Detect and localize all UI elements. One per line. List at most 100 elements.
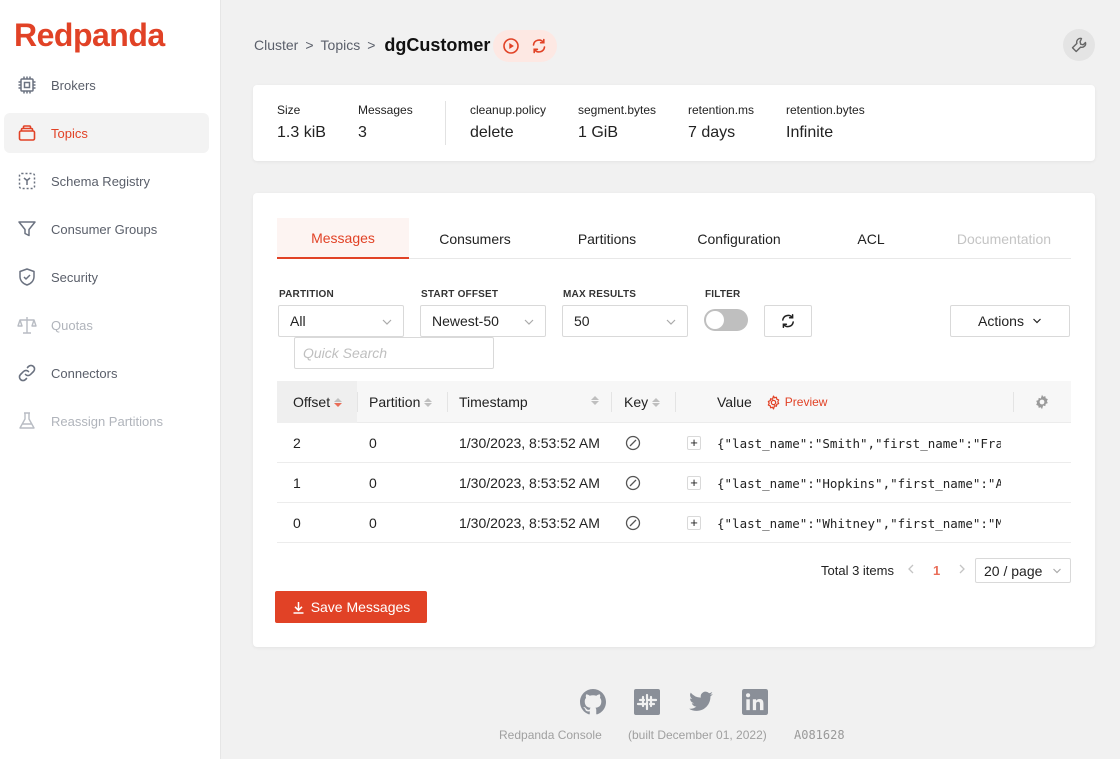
max-results-select[interactable]: 50 (562, 305, 688, 337)
pagination-prev-icon[interactable] (905, 563, 917, 575)
key-null-icon (625, 503, 641, 543)
table-row[interactable]: 2 0 1/30/2023, 8:53:52 AM + {"last_name"… (277, 423, 1071, 463)
expand-row-button[interactable]: + (687, 516, 701, 530)
stats-divider (445, 101, 446, 145)
sidebar-item-consumer-groups[interactable]: Consumer Groups (4, 209, 209, 249)
chevron-down-icon (666, 319, 676, 325)
column-label: Timestamp (459, 394, 528, 410)
sort-icon (591, 396, 599, 405)
refresh-icon[interactable] (530, 37, 548, 55)
sidebar-item-reassign-partitions[interactable]: Reassign Partitions (4, 401, 209, 441)
topic-header-actions (493, 30, 557, 62)
sidebar-item-security[interactable]: Security (4, 257, 209, 297)
tab-acl[interactable]: ACL (805, 218, 937, 259)
page-size-value: 20 / page (984, 562, 1043, 579)
tab-documentation[interactable]: Documentation (937, 218, 1071, 259)
linkedin-icon[interactable] (742, 689, 768, 715)
sidebar-item-topics[interactable]: Topics (4, 113, 209, 153)
cell-value: {"last_name":"Hopkins","first_name":"Ann… (717, 475, 1001, 491)
max-results-value: 50 (574, 313, 590, 329)
cell-partition: 0 (369, 435, 377, 451)
start-offset-value: Newest-50 (432, 313, 499, 329)
breadcrumb-cluster[interactable]: Cluster (254, 37, 298, 53)
tab-configuration[interactable]: Configuration (673, 218, 805, 259)
save-messages-button[interactable]: Save Messages (275, 591, 427, 623)
breadcrumb-topics[interactable]: Topics (321, 37, 361, 53)
preview-label: Preview (784, 395, 828, 409)
breadcrumb-separator: > (305, 37, 314, 53)
stat-label: retention.ms (688, 103, 755, 117)
topic-stats-card: Size 1.3 kiB Messages 3 cleanup.policy d… (253, 85, 1095, 161)
pagination-next-icon[interactable] (956, 563, 968, 575)
stat-value: Infinite (786, 124, 834, 141)
stat-cleanup-policy: cleanup.policy delete (470, 103, 546, 142)
sidebar-item-brokers[interactable]: Brokers (4, 65, 209, 105)
partition-value: All (290, 313, 306, 329)
slack-icon[interactable] (634, 689, 660, 715)
settings-wrench-button[interactable] (1063, 29, 1095, 61)
stat-value: 1 GiB (578, 124, 619, 141)
sidebar-item-schema-registry[interactable]: Schema Registry (4, 161, 209, 201)
stat-retention-bytes: retention.bytes Infinite (786, 103, 865, 142)
expand-row-button[interactable]: + (687, 436, 701, 450)
filter-toggle[interactable] (704, 309, 748, 331)
messages-card: Messages Consumers Partitions Configurat… (253, 193, 1095, 647)
download-icon (293, 601, 304, 614)
sort-icon (652, 397, 661, 407)
stat-label: retention.bytes (786, 103, 865, 117)
shield-icon (17, 267, 37, 287)
schema-icon (17, 171, 37, 191)
refresh-messages-button[interactable] (764, 305, 812, 337)
column-label: Key (624, 394, 649, 410)
sidebar-item-label: Quotas (51, 317, 93, 333)
topics-icon (17, 123, 37, 143)
preview-button[interactable]: Preview (766, 395, 828, 410)
actions-dropdown-button[interactable]: Actions (950, 305, 1070, 337)
play-icon[interactable] (502, 37, 520, 55)
chevron-down-icon (524, 319, 534, 325)
partition-select[interactable]: All (278, 305, 404, 337)
twitter-icon[interactable] (688, 689, 714, 715)
stat-value: delete (470, 124, 514, 141)
stat-label: cleanup.policy (470, 103, 547, 117)
stat-label: Messages (358, 103, 413, 117)
cell-offset: 0 (293, 515, 301, 531)
messages-table: Offset Partition Timestamp Key Value Pre… (277, 381, 1071, 543)
sidebar-item-quotas[interactable]: Quotas (4, 305, 209, 345)
sidebar-item-label: Consumer Groups (51, 221, 158, 237)
page-size-select[interactable]: 20 / page (975, 558, 1071, 583)
refresh-icon (782, 314, 794, 328)
filter-label: FILTER (705, 289, 741, 300)
stat-value: 7 days (688, 124, 736, 141)
column-value: Value Preview (675, 381, 1009, 423)
github-icon[interactable] (580, 689, 606, 715)
tab-consumers[interactable]: Consumers (409, 218, 541, 259)
quick-search-input[interactable] (294, 337, 494, 369)
sidebar-nav: Brokers Topics Schema Registry Consumer … (4, 65, 209, 449)
table-row[interactable]: 1 0 1/30/2023, 8:53:52 AM + {"last_name"… (277, 463, 1071, 503)
scale-icon (17, 315, 37, 335)
chevron-down-icon (1053, 568, 1061, 574)
stat-retention-ms: retention.ms 7 days (688, 103, 754, 142)
column-key[interactable]: Key (611, 381, 675, 423)
sidebar-item-label: Reassign Partitions (51, 413, 163, 429)
column-settings[interactable] (1013, 381, 1071, 423)
sort-icon (334, 397, 343, 407)
tab-messages[interactable]: Messages (277, 218, 409, 259)
column-offset[interactable]: Offset (277, 381, 357, 423)
breadcrumb: Cluster > Topics > dgCustomer (254, 31, 490, 59)
sidebar-item-label: Connectors (51, 365, 118, 381)
column-timestamp[interactable]: Timestamp (447, 381, 611, 423)
sidebar-item-label: Brokers (51, 77, 96, 93)
table-row[interactable]: 0 0 1/30/2023, 8:53:52 AM + {"last_name"… (277, 503, 1071, 543)
expand-row-button[interactable]: + (687, 476, 701, 490)
column-partition[interactable]: Partition (357, 381, 447, 423)
max-results-label: MAX RESULTS (563, 289, 637, 300)
sidebar-item-connectors[interactable]: Connectors (4, 353, 209, 393)
stat-label: segment.bytes (578, 103, 657, 117)
tab-partitions[interactable]: Partitions (541, 218, 673, 259)
start-offset-select[interactable]: Newest-50 (420, 305, 546, 337)
column-label: Partition (369, 394, 421, 410)
redpanda-logo[interactable]: Redpanda (14, 17, 165, 54)
pagination-page[interactable]: 1 (933, 563, 940, 578)
